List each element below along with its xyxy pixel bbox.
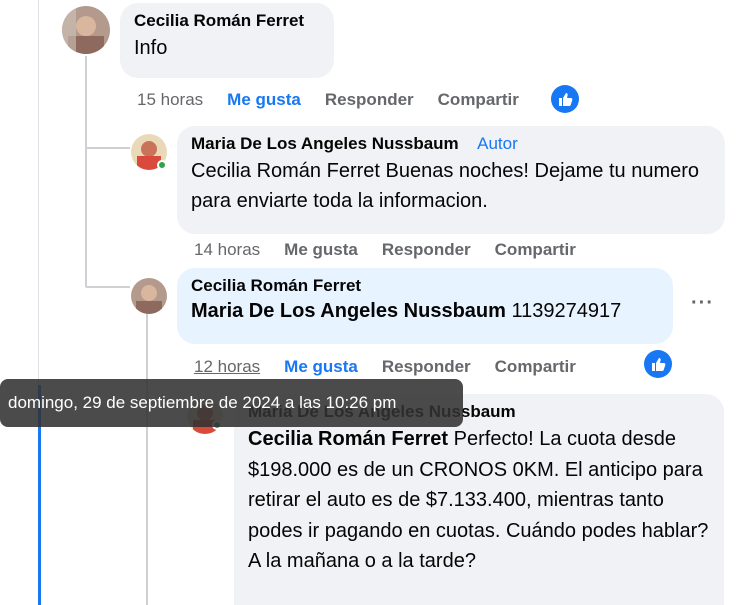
online-status-icon bbox=[157, 160, 167, 170]
reply-button[interactable]: Responder bbox=[325, 90, 414, 110]
comment-text: Maria De Los Angeles Nussbaum 1139274917 bbox=[191, 296, 659, 326]
thread-line bbox=[85, 56, 87, 286]
like-reaction-icon[interactable] bbox=[551, 85, 579, 113]
comment-text: Cecilia Román Ferret Perfecto! La cuota … bbox=[248, 424, 718, 577]
reply-button[interactable]: Responder bbox=[382, 357, 471, 377]
author-badge: Autor bbox=[477, 134, 518, 153]
comment-bubble-highlighted: Cecilia Román Ferret Maria De Los Angele… bbox=[177, 268, 673, 344]
comment-author[interactable]: Maria De Los Angeles Nussbaum bbox=[191, 134, 459, 153]
share-button[interactable]: Compartir bbox=[495, 357, 576, 377]
like-button[interactable]: Me gusta bbox=[227, 90, 301, 110]
comment-text: Cecilia Román Ferret Buenas noches! Deja… bbox=[191, 156, 711, 216]
comment-time[interactable]: 14 horas bbox=[194, 240, 260, 260]
comment-actions: 15 horas Me gusta Responder Compartir bbox=[137, 90, 543, 110]
comment-bubble: Cecilia Román Ferret Info bbox=[120, 3, 334, 78]
reply-button[interactable]: Responder bbox=[382, 240, 471, 260]
comment-mention[interactable]: Maria De Los Angeles Nussbaum bbox=[191, 300, 506, 322]
avatar[interactable] bbox=[62, 6, 110, 54]
timestamp-tooltip: domingo, 29 de septiembre de 2024 a las … bbox=[0, 379, 463, 427]
like-reaction-icon[interactable] bbox=[644, 350, 672, 378]
thread-line bbox=[85, 286, 130, 288]
comment-time[interactable]: 12 horas bbox=[194, 357, 260, 377]
comment-bubble: Maria De Los Angeles Nussbaum Autor Ceci… bbox=[177, 126, 725, 234]
like-button[interactable]: Me gusta bbox=[284, 357, 358, 377]
share-button[interactable]: Compartir bbox=[438, 90, 519, 110]
comment-actions: 12 horas Me gusta Responder Compartir bbox=[194, 357, 600, 377]
comment-body: 1139274917 bbox=[505, 300, 622, 322]
thread-line bbox=[146, 312, 148, 605]
like-button[interactable]: Me gusta bbox=[284, 240, 358, 260]
comment-time[interactable]: 15 horas bbox=[137, 90, 203, 110]
thread-line bbox=[85, 147, 130, 149]
comment-mention[interactable]: Cecilia Román Ferret bbox=[248, 428, 448, 450]
comment-author[interactable]: Cecilia Román Ferret bbox=[191, 276, 659, 296]
more-options-button[interactable]: ··· bbox=[691, 292, 714, 315]
comment-mention[interactable]: Cecilia Román Ferret bbox=[191, 160, 380, 182]
comment-actions: 14 horas Me gusta Responder Compartir bbox=[194, 240, 600, 260]
comment-author[interactable]: Cecilia Román Ferret bbox=[134, 11, 320, 31]
comment-text: Info bbox=[134, 37, 168, 59]
share-button[interactable]: Compartir bbox=[495, 240, 576, 260]
avatar[interactable] bbox=[131, 278, 167, 314]
